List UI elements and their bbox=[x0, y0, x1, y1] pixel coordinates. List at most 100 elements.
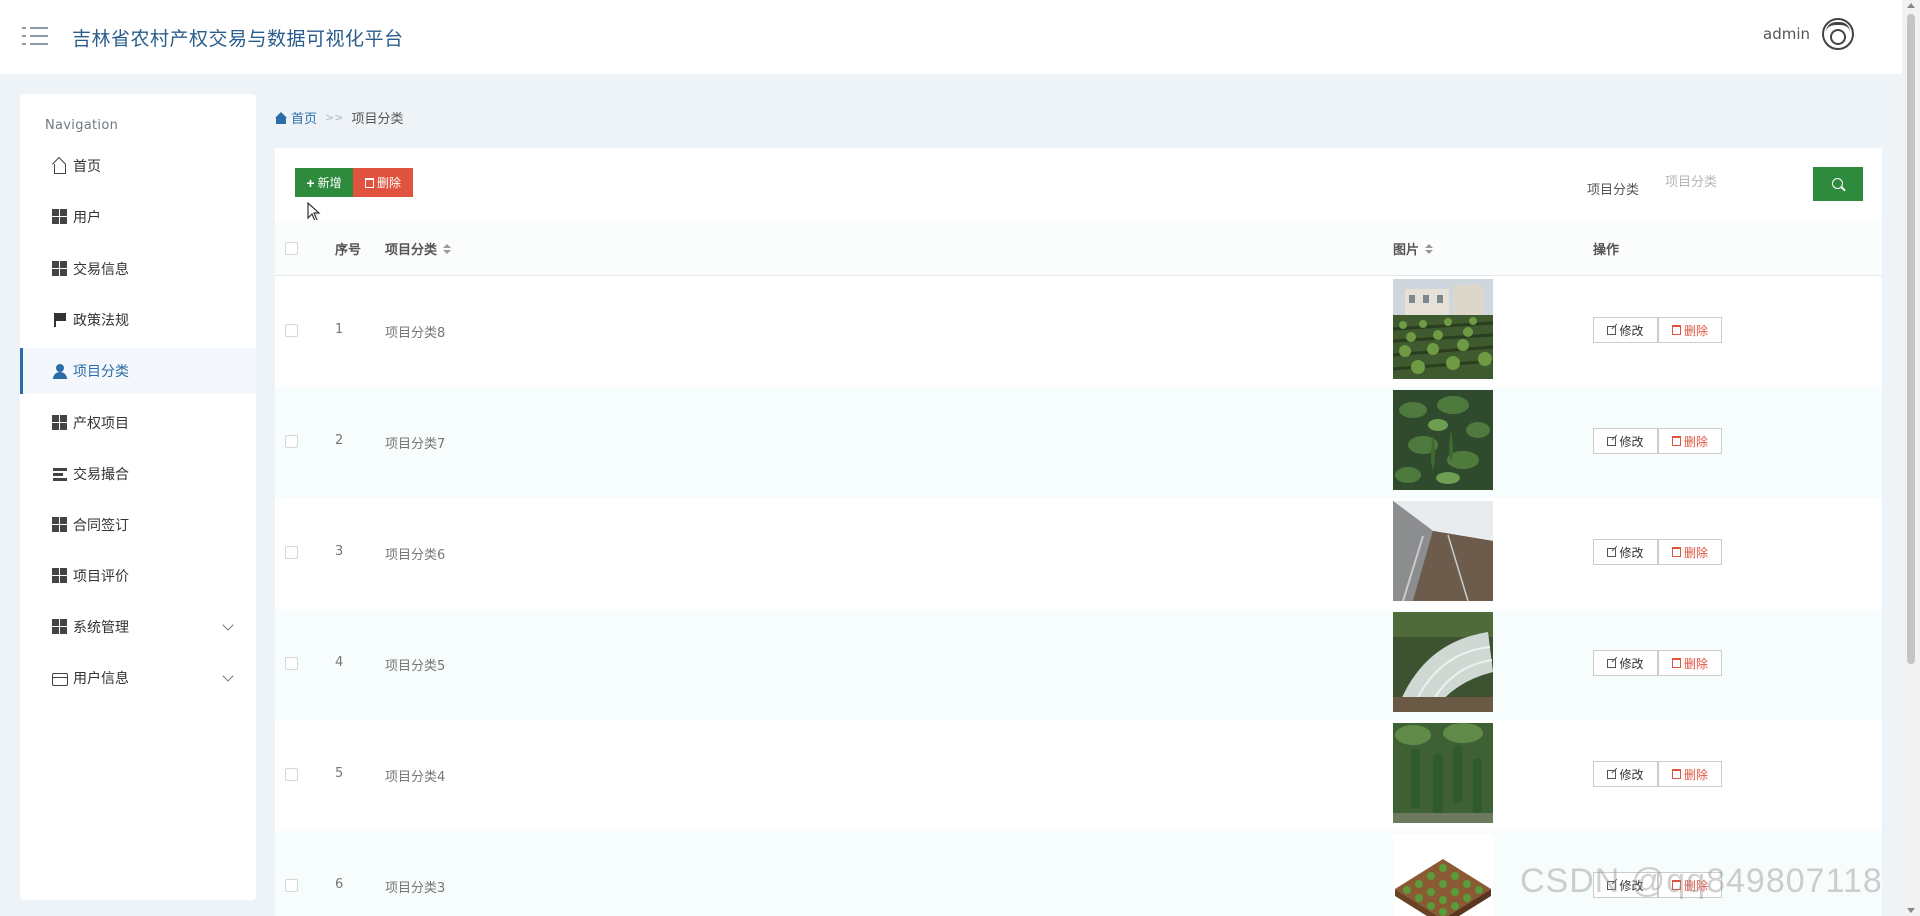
flag-icon bbox=[52, 312, 68, 328]
chevron-down-icon bbox=[222, 619, 234, 631]
row-delete-button[interactable]: 删除 bbox=[1658, 761, 1722, 787]
sidebar-item-label: 交易信息 bbox=[73, 262, 129, 278]
home-icon bbox=[52, 158, 68, 174]
edit-button-label: 修改 bbox=[1619, 767, 1644, 782]
add-button[interactable]: + 新增 bbox=[295, 168, 353, 197]
menu-toggle-icon[interactable] bbox=[22, 27, 50, 47]
sidebar-item-transactions[interactable]: 交易信息 bbox=[20, 246, 256, 292]
sidebar-item-evaluations[interactable]: 项目评价 bbox=[20, 553, 256, 599]
row-delete-label: 删除 bbox=[1683, 545, 1708, 560]
grid-icon bbox=[52, 415, 68, 431]
edit-button[interactable]: 修改 bbox=[1593, 317, 1658, 343]
row-checkbox[interactable] bbox=[285, 324, 298, 337]
row-checkbox[interactable] bbox=[285, 435, 298, 448]
edit-button[interactable]: 修改 bbox=[1593, 539, 1658, 565]
row-index: 6 bbox=[335, 877, 344, 892]
column-header-image[interactable]: 图片 bbox=[1393, 239, 1434, 258]
sidebar-item-label: 系统管理 bbox=[73, 620, 129, 636]
sidebar-item-label: 项目分类 bbox=[73, 364, 129, 380]
search-input[interactable] bbox=[1657, 167, 1817, 197]
sidebar-item-contracts[interactable]: 合同签订 bbox=[20, 502, 256, 548]
row-thumbnail-vegetable-garden[interactable] bbox=[1393, 279, 1493, 379]
chevron-down-icon bbox=[222, 670, 234, 682]
row-index: 1 bbox=[335, 322, 344, 337]
breadcrumb-home[interactable]: 首页 bbox=[291, 108, 317, 127]
row-thumbnail-greenhouse-film[interactable] bbox=[1393, 501, 1493, 601]
sidebar-item-label: 用户 bbox=[73, 210, 101, 226]
select-all-checkbox[interactable] bbox=[285, 242, 298, 255]
row-thumbnail-seedling-tray[interactable] bbox=[1393, 834, 1493, 916]
grid-icon bbox=[52, 261, 68, 277]
top-header: 吉林省农村产权交易与数据可视化平台 admin bbox=[0, 0, 1902, 74]
trash-icon bbox=[1671, 769, 1681, 779]
row-delete-label: 删除 bbox=[1683, 656, 1708, 671]
row-delete-button[interactable]: 删除 bbox=[1658, 539, 1722, 565]
plus-icon: + bbox=[306, 174, 315, 191]
table-row: 2 项目分类7 修改 删除 bbox=[275, 387, 1882, 498]
sidebar-item-project-category[interactable]: 项目分类 bbox=[20, 348, 256, 394]
row-thumbnail-plastic-tunnel[interactable] bbox=[1393, 612, 1493, 712]
trash-icon bbox=[1671, 436, 1681, 446]
username[interactable]: admin bbox=[1763, 25, 1810, 43]
scroll-down-icon[interactable] bbox=[1907, 908, 1915, 913]
row-category: 项目分类5 bbox=[385, 659, 446, 674]
sidebar-item-user-info[interactable]: 用户信息 bbox=[20, 655, 256, 701]
sidebar-item-label: 合同签订 bbox=[73, 518, 129, 534]
row-checkbox[interactable] bbox=[285, 879, 298, 892]
table-row: 5 项目分类4 修改 删除 bbox=[275, 720, 1882, 831]
sidebar-item-policies[interactable]: 政策法规 bbox=[20, 297, 256, 343]
trash-icon bbox=[1671, 325, 1681, 335]
nav-title: Navigation bbox=[45, 118, 119, 133]
row-delete-button[interactable]: 删除 bbox=[1658, 317, 1722, 343]
search-button[interactable] bbox=[1813, 167, 1863, 201]
sidebar-item-users[interactable]: 用户 bbox=[20, 194, 256, 240]
table-row: 1 项目分类8 修改 删除 bbox=[275, 276, 1882, 387]
delete-button[interactable]: 删除 bbox=[353, 168, 413, 197]
row-category: 项目分类4 bbox=[385, 770, 446, 785]
row-index: 2 bbox=[335, 433, 344, 448]
trash-icon bbox=[1671, 658, 1681, 668]
scrollbar-thumb[interactable] bbox=[1907, 14, 1915, 664]
sidebar-item-property-projects[interactable]: 产权项目 bbox=[20, 400, 256, 446]
row-checkbox[interactable] bbox=[285, 657, 298, 670]
row-thumbnail-hanging-gourds[interactable] bbox=[1393, 723, 1493, 823]
edit-button-label: 修改 bbox=[1619, 323, 1644, 338]
edit-button[interactable]: 修改 bbox=[1593, 761, 1658, 787]
column-header-actions: 操作 bbox=[1593, 243, 1620, 258]
sidebar-item-label: 用户信息 bbox=[73, 671, 129, 687]
data-table: 序号 项目分类 图片 操作 1 项目分类8 修改 删除 2 项目分类7 修改 删… bbox=[275, 220, 1882, 916]
row-index: 3 bbox=[335, 544, 344, 559]
edit-icon bbox=[1607, 436, 1617, 446]
row-checkbox[interactable] bbox=[285, 768, 298, 781]
row-thumbnail-pepper-plants[interactable] bbox=[1393, 390, 1493, 490]
row-index: 5 bbox=[335, 766, 344, 781]
grid-icon bbox=[52, 619, 68, 635]
row-delete-label: 删除 bbox=[1683, 767, 1708, 782]
user-icon bbox=[52, 363, 68, 379]
column-header-label: 图片 bbox=[1393, 243, 1420, 258]
sidebar-item-label: 交易撮合 bbox=[73, 467, 129, 483]
scroll-up-icon[interactable] bbox=[1907, 3, 1915, 8]
app-title: 吉林省农村产权交易与数据可视化平台 bbox=[72, 28, 404, 50]
edit-button[interactable]: 修改 bbox=[1593, 428, 1658, 454]
row-delete-button[interactable]: 删除 bbox=[1658, 650, 1722, 676]
sidebar-item-label: 项目评价 bbox=[73, 569, 129, 585]
home-icon bbox=[275, 111, 287, 124]
breadcrumb-separator: >> bbox=[325, 111, 344, 124]
edit-button[interactable]: 修改 bbox=[1593, 650, 1658, 676]
table-row: 3 项目分类6 修改 删除 bbox=[275, 498, 1882, 609]
sidebar-item-matching[interactable]: 交易撮合 bbox=[20, 451, 256, 497]
user-menu[interactable]: admin bbox=[1763, 18, 1854, 50]
edit-icon bbox=[1607, 325, 1617, 335]
sort-icon[interactable] bbox=[443, 243, 452, 254]
sidebar-item-system[interactable]: 系统管理 bbox=[20, 604, 256, 650]
avatar[interactable] bbox=[1822, 18, 1854, 50]
sidebar-item-home[interactable]: 首页 bbox=[20, 143, 256, 189]
row-checkbox[interactable] bbox=[285, 546, 298, 559]
watermark: CSDN @qq849807118 bbox=[1520, 862, 1883, 900]
edit-icon bbox=[1607, 547, 1617, 557]
column-header-category[interactable]: 项目分类 bbox=[385, 239, 452, 258]
page-scrollbar[interactable] bbox=[1902, 0, 1920, 916]
sort-icon[interactable] bbox=[1425, 243, 1434, 254]
row-delete-button[interactable]: 删除 bbox=[1658, 428, 1722, 454]
